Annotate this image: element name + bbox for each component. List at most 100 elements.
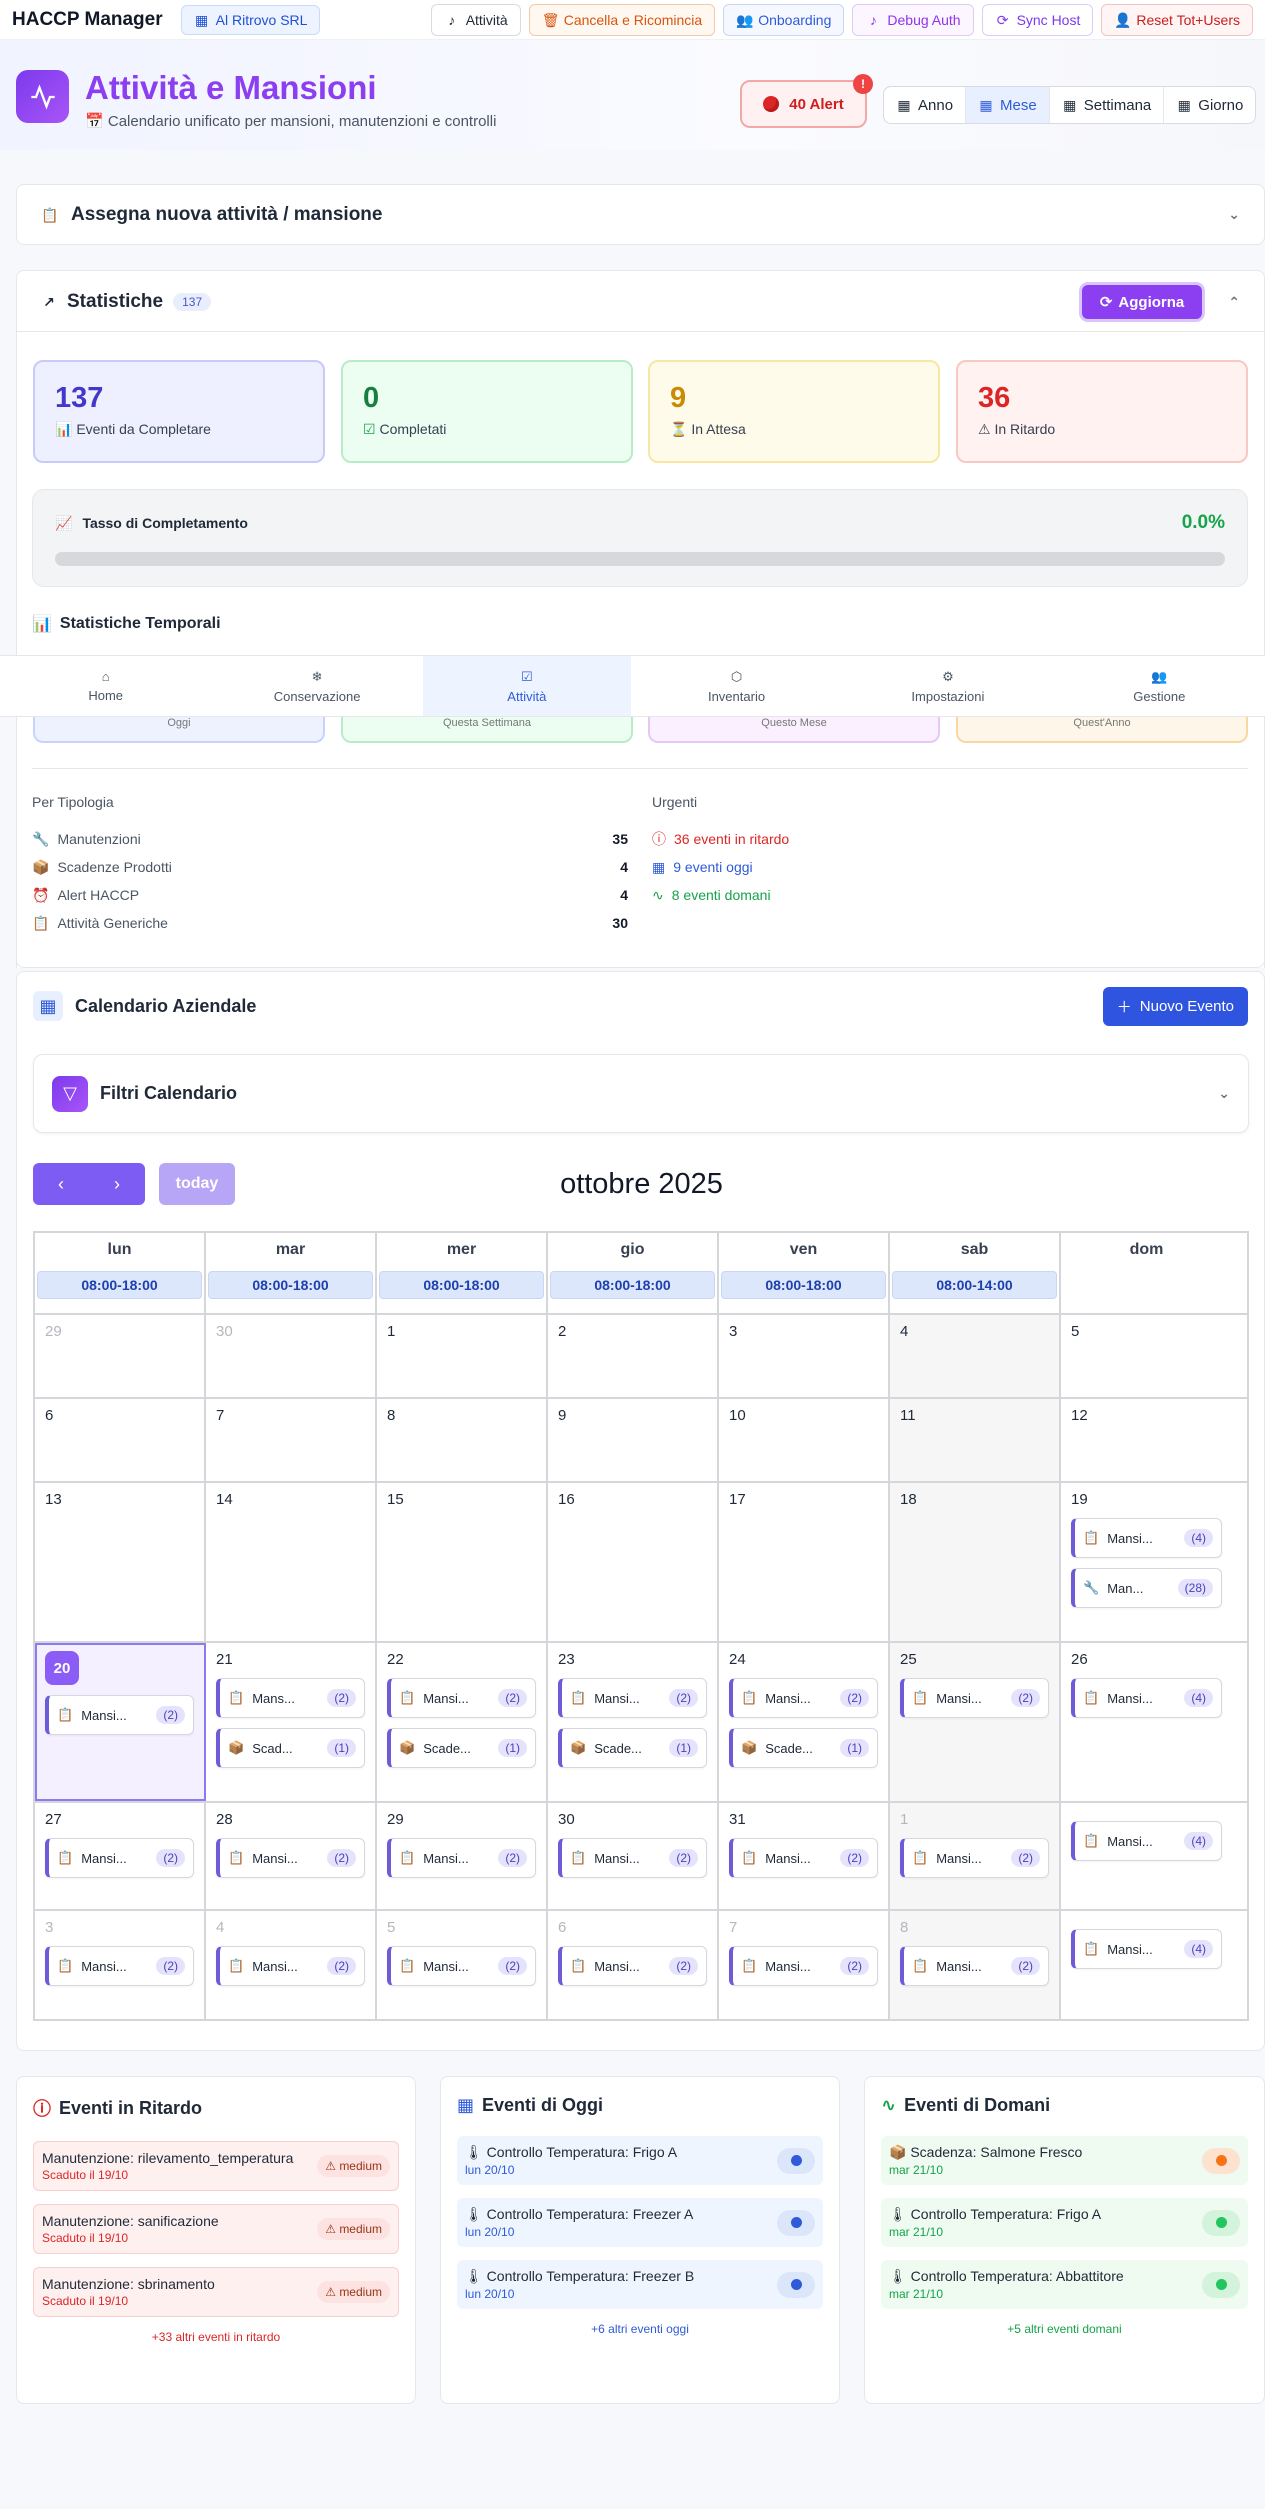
today-event-item[interactable]: 🌡 Controllo Temperatura: Frigo A lun 20/1… xyxy=(457,2136,823,2185)
calendar-event-chip[interactable]: 🔧 Man... (28) xyxy=(1071,1568,1222,1608)
calendar-event-chip[interactable]: 📋 Mansi... (2) xyxy=(900,1838,1049,1878)
overdue-event-item[interactable]: Manutenzione: rilevamento_temperatura Sca… xyxy=(33,2141,399,2191)
calendar-day-cell[interactable]: 14 xyxy=(206,1483,377,1641)
calendar-day-cell[interactable]: 📋 Mansi... (4) xyxy=(1061,1911,1232,2019)
debug-auth-button[interactable]: ♪ Debug Auth xyxy=(852,3,974,36)
calendar-day-cell[interactable]: 6 📋 Mansi... (2) xyxy=(548,1911,719,2019)
overdue-event-item[interactable]: Manutenzione: sbrinamento Scaduto il 19/1… xyxy=(33,2267,399,2317)
calendar-event-chip[interactable]: 📋 Mansi... (2) xyxy=(729,1838,878,1878)
today-button[interactable]: today xyxy=(159,1163,235,1205)
assign-task-panel[interactable]: 📋 Assegna nuova attività / mansione ⌄ xyxy=(16,184,1265,245)
calendar-day-cell[interactable]: 27 📋 Mansi... (2) xyxy=(35,1803,206,1909)
calendar-day-cell[interactable]: 5 📋 Mansi... (2) xyxy=(377,1911,548,2019)
tomorrow-event-item[interactable]: 🌡 Controllo Temperatura: Frigo A mar 21/1… xyxy=(881,2198,1248,2247)
calendar-day-cell[interactable]: 3 xyxy=(719,1315,890,1397)
calendar-day-cell[interactable]: 12 xyxy=(1061,1399,1232,1481)
tomorrow-event-item[interactable]: 📦 Scadenza: Salmone Fresco mar 21/10 xyxy=(881,2136,1248,2185)
overdue-event-item[interactable]: Manutenzione: sanificazione Scaduto il 19… xyxy=(33,2204,399,2254)
calendar-day-cell[interactable]: 26 📋 Mansi... (4) xyxy=(1061,1643,1232,1801)
nav-gestione[interactable]: 👥 Gestione xyxy=(1054,656,1265,716)
reset-users-button[interactable]: 👤 Reset Tot+Users xyxy=(1101,3,1253,36)
calendar-event-chip[interactable]: 📋 Mansi... (4) xyxy=(1071,1821,1222,1861)
onboarding-button[interactable]: 👥 Onboarding xyxy=(723,3,845,36)
calendar-day-cell[interactable]: 4 xyxy=(890,1315,1061,1397)
overdue-more-link[interactable]: +33 altri eventi in ritardo xyxy=(33,2330,399,2344)
calendar-event-chip[interactable]: 📋 Mansi... (4) xyxy=(1071,1929,1222,1969)
nav-attivita[interactable]: ☑ Attività xyxy=(422,656,631,716)
calendar-day-cell[interactable]: 18 xyxy=(890,1483,1061,1641)
calendar-day-cell[interactable]: 16 xyxy=(548,1483,719,1641)
calendar-event-chip[interactable]: 📋 Mansi... (2) xyxy=(558,1678,707,1718)
tomorrow-more-link[interactable]: +5 altri eventi domani xyxy=(881,2322,1248,2336)
calendar-day-cell[interactable]: 23 📋 Mansi... (2) 📦 Scade... (1) xyxy=(548,1643,719,1801)
calendar-event-chip[interactable]: 📋 Mansi... (2) xyxy=(387,1946,536,1986)
calendar-day-cell[interactable]: 31 📋 Mansi... (2) xyxy=(719,1803,890,1909)
calendar-day-cell[interactable]: 4 📋 Mansi... (2) xyxy=(206,1911,377,2019)
activity-button[interactable]: ♪ Attività xyxy=(430,3,521,36)
nav-conservazione[interactable]: ❄ Conservazione xyxy=(211,656,422,716)
view-day-button[interactable]: ▦ Giorno xyxy=(1164,87,1255,123)
alerts-button[interactable]: 40 Alert ! xyxy=(740,74,873,128)
calendar-event-chip[interactable]: 📋 Mansi... (2) xyxy=(216,1838,365,1878)
company-selector[interactable]: ▦ Al Ritrovo SRL xyxy=(180,4,321,35)
calendar-event-chip[interactable]: 📋 Mansi... (4) xyxy=(1071,1518,1222,1558)
calendar-day-cell[interactable]: 9 xyxy=(548,1399,719,1481)
calendar-event-chip[interactable]: 📋 Mansi... (2) xyxy=(900,1678,1049,1718)
calendar-day-cell[interactable]: 3 📋 Mansi... (2) xyxy=(35,1911,206,2019)
calendar-event-chip[interactable]: 📋 Mansi... (2) xyxy=(558,1946,707,1986)
calendar-day-cell[interactable]: 20 📋 Mansi... (2) xyxy=(35,1643,206,1801)
chevron-down-icon[interactable]: ⌄ xyxy=(1218,1085,1230,1102)
nav-impostazioni[interactable]: ⚙ Impostazioni xyxy=(842,656,1053,716)
chevron-down-icon[interactable]: ⌄ xyxy=(1228,206,1240,223)
today-event-item[interactable]: 🌡 Controllo Temperatura: Freezer A lun 20… xyxy=(457,2198,823,2247)
calendar-event-chip[interactable]: 📦 Scad... (1) xyxy=(216,1728,365,1768)
calendar-event-chip[interactable]: 📋 Mansi... (2) xyxy=(216,1946,365,1986)
calendar-event-chip[interactable]: 📦 Scade... (1) xyxy=(558,1728,707,1768)
calendar-day-cell[interactable]: 10 xyxy=(719,1399,890,1481)
calendar-day-cell[interactable]: 13 xyxy=(35,1483,206,1641)
calendar-day-cell[interactable]: 19 📋 Mansi... (4) 🔧 Man... (28) xyxy=(1061,1483,1232,1641)
calendar-day-cell[interactable]: 28 📋 Mansi... (2) xyxy=(206,1803,377,1909)
calendar-day-cell[interactable]: 11 xyxy=(890,1399,1061,1481)
calendar-day-cell[interactable]: 30 xyxy=(206,1315,377,1397)
today-more-link[interactable]: +6 altri eventi oggi xyxy=(457,2322,823,2336)
calendar-day-cell[interactable]: 7 📋 Mansi... (2) xyxy=(719,1911,890,2019)
calendar-day-cell[interactable]: 1 xyxy=(377,1315,548,1397)
calendar-event-chip[interactable]: 📋 Mansi... (2) xyxy=(45,1838,194,1878)
calendar-event-chip[interactable]: 📋 Mans... (2) xyxy=(216,1678,365,1718)
reset-restart-button[interactable]: 🗑 Cancella e Ricomincia xyxy=(528,3,716,36)
calendar-event-chip[interactable]: 📋 Mansi... (2) xyxy=(729,1946,878,1986)
view-week-button[interactable]: ▦ Settimana xyxy=(1050,87,1165,123)
nav-home[interactable]: ⌂ Home xyxy=(0,656,211,716)
next-month-button[interactable]: › xyxy=(89,1163,145,1205)
calendar-filters-panel[interactable]: ▽ Filtri Calendario ⌄ xyxy=(33,1054,1249,1133)
calendar-day-cell[interactable]: 21 📋 Mans... (2) 📦 Scad... (1) xyxy=(206,1643,377,1801)
calendar-day-cell[interactable]: 7 xyxy=(206,1399,377,1481)
calendar-day-cell[interactable]: 29 📋 Mansi... (2) xyxy=(377,1803,548,1909)
view-year-button[interactable]: ▦ Anno xyxy=(884,87,967,123)
calendar-day-cell[interactable]: 29 xyxy=(35,1315,206,1397)
calendar-day-cell[interactable]: 8 xyxy=(377,1399,548,1481)
calendar-event-chip[interactable]: 📋 Mansi... (2) xyxy=(729,1678,878,1718)
calendar-event-chip[interactable]: 📋 Mansi... (2) xyxy=(45,1695,194,1735)
calendar-event-chip[interactable]: 📋 Mansi... (2) xyxy=(387,1678,536,1718)
calendar-day-cell[interactable]: 24 📋 Mansi... (2) 📦 Scade... (1) xyxy=(719,1643,890,1801)
nav-inventario[interactable]: ⬡ Inventario xyxy=(631,656,842,716)
new-event-button[interactable]: ＋ Nuovo Evento xyxy=(1102,986,1248,1026)
calendar-day-cell[interactable]: 8 📋 Mansi... (2) xyxy=(890,1911,1061,2019)
sync-host-button[interactable]: ⟳ Sync Host xyxy=(981,3,1094,36)
calendar-day-cell[interactable]: 5 xyxy=(1061,1315,1232,1397)
calendar-day-cell[interactable]: 15 xyxy=(377,1483,548,1641)
calendar-day-cell[interactable]: 17 xyxy=(719,1483,890,1641)
calendar-event-chip[interactable]: 📋 Mansi... (2) xyxy=(558,1838,707,1878)
calendar-event-chip[interactable]: 📋 Mansi... (2) xyxy=(45,1946,194,1986)
calendar-day-cell[interactable]: 22 📋 Mansi... (2) 📦 Scade... (1) xyxy=(377,1643,548,1801)
calendar-event-chip[interactable]: 📋 Mansi... (2) xyxy=(387,1838,536,1878)
today-event-item[interactable]: 🌡 Controllo Temperatura: Freezer B lun 20… xyxy=(457,2260,823,2309)
calendar-event-chip[interactable]: 📦 Scade... (1) xyxy=(729,1728,878,1768)
calendar-event-chip[interactable]: 📋 Mansi... (4) xyxy=(1071,1678,1222,1718)
calendar-event-chip[interactable]: 📦 Scade... (1) xyxy=(387,1728,536,1768)
calendar-day-cell[interactable]: 25 📋 Mansi... (2) xyxy=(890,1643,1061,1801)
view-month-button[interactable]: ▦ Mese xyxy=(966,87,1050,123)
tomorrow-event-item[interactable]: 🌡 Controllo Temperatura: Abbattitore mar … xyxy=(881,2260,1248,2309)
